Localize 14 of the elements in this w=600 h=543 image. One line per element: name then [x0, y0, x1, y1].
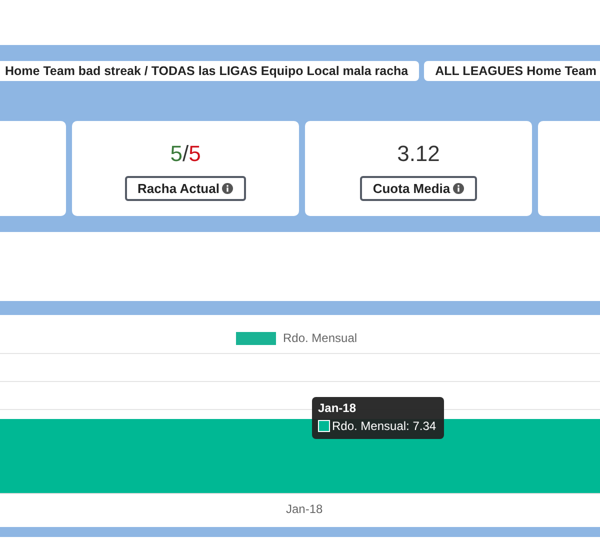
stat-value: 3.12: [397, 141, 440, 167]
tooltip-value: Rdo. Mensual: 7.34: [332, 418, 436, 434]
legend-swatch: [236, 332, 276, 344]
stat-label-button[interactable]: Racha Actual: [124, 176, 246, 201]
tooltip-swatch: [318, 420, 330, 432]
tooltip-title: Jan-18: [318, 400, 358, 416]
league-tab[interactable]: Home Team bad streak / TODAS las LIGAS Equipo Local mala racha: [0, 61, 420, 81]
league-tab[interactable]: ALL LEAGUES Home Team: [424, 61, 600, 81]
stat-value: 5/5: [170, 141, 201, 167]
info-icon: [453, 183, 464, 194]
stat-label-button[interactable]: Cuota Media: [360, 176, 478, 201]
legend-label: Rdo. Mensual: [283, 330, 358, 347]
x-axis-label: Jan-18: [286, 501, 323, 518]
info-icon: [222, 183, 234, 194]
